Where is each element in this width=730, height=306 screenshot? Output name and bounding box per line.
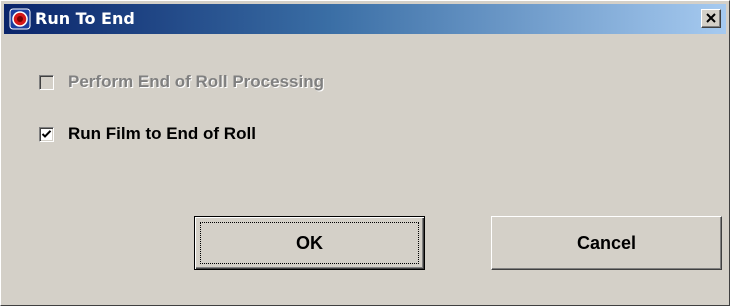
focus-rectangle <box>200 222 419 264</box>
run-film-to-end-option: Run Film to End of Roll <box>39 123 256 145</box>
camera-app-icon <box>9 8 31 30</box>
close-button[interactable] <box>701 9 721 28</box>
run-to-end-dialog: Run To End Perform End of Roll Processin… <box>0 0 730 306</box>
ok-button[interactable]: OK <box>194 216 425 270</box>
cancel-button[interactable]: Cancel <box>491 216 722 270</box>
end-of-roll-processing-checkbox[interactable] <box>39 74 54 90</box>
window-title: Run To End <box>35 9 135 28</box>
end-of-roll-processing-label: Perform End of Roll Processing <box>68 72 324 91</box>
run-film-to-end-checkbox[interactable] <box>39 126 54 142</box>
cancel-button-label: Cancel <box>576 232 637 253</box>
end-of-roll-processing-option: Perform End of Roll Processing <box>39 71 324 93</box>
run-film-to-end-label: Run Film to End of Roll <box>68 124 256 143</box>
checkmark-icon <box>41 129 52 138</box>
title-bar[interactable]: Run To End <box>4 4 726 34</box>
close-icon <box>706 13 716 23</box>
